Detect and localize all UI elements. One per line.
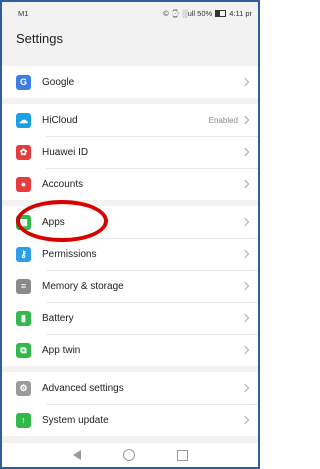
google-icon: G	[16, 74, 31, 90]
settings-item-label: Accounts	[42, 178, 84, 190]
chevron-right-icon	[240, 147, 250, 157]
chevron-right-icon	[240, 115, 250, 125]
page-title: Settings	[2, 24, 258, 52]
key-icon: ⚷	[16, 246, 31, 262]
home-icon[interactable]	[122, 449, 135, 461]
apps-highlight-circle	[16, 200, 108, 242]
storage-icon: ≡	[16, 278, 31, 294]
settings-item-battery[interactable]: ▮ Battery	[2, 302, 258, 334]
app-twin-icon: ⧉	[16, 342, 31, 358]
settings-item-google[interactable]: G Google	[2, 66, 258, 98]
huawei-icon: ✿	[16, 144, 31, 160]
settings-item-label: Google	[42, 76, 75, 88]
settings-group-0: G Google	[2, 66, 258, 98]
update-icon: ↑	[16, 412, 31, 428]
settings-item-app-twin[interactable]: ⧉ App twin	[2, 334, 258, 366]
time-label: 4:11 pr	[229, 8, 252, 18]
chevron-right-icon	[240, 345, 250, 355]
cloud-icon: ☁	[16, 112, 31, 128]
settings-item-label: App twin	[42, 344, 81, 356]
chevron-right-icon	[240, 77, 250, 87]
status-indicators: © ⌚ ░ull 50%	[163, 8, 213, 18]
settings-item-label: System update	[42, 414, 109, 426]
account-icon: ●	[16, 176, 31, 192]
settings-group-3: ⚙ Advanced settings ↑ System update	[2, 372, 258, 436]
chevron-right-icon	[240, 249, 250, 259]
chevron-right-icon	[240, 179, 250, 189]
settings-item-label: Huawei ID	[42, 146, 89, 158]
settings-list: G Google ☁ HiCloud Enabled ✿ Huawei ID ●…	[2, 66, 258, 442]
chevron-right-icon	[240, 415, 250, 425]
chevron-right-icon	[240, 313, 250, 323]
status-icons: © ⌚ ░ull 50% 4:11 pr	[163, 9, 252, 18]
phone-frame: M1 © ⌚ ░ull 50% 4:11 pr Settings G Googl…	[0, 0, 260, 469]
status-bar: M1 © ⌚ ░ull 50% 4:11 pr	[2, 2, 258, 24]
settings-item-huawei-id[interactable]: ✿ Huawei ID	[2, 136, 258, 168]
settings-item-memory-storage[interactable]: ≡ Memory & storage	[2, 270, 258, 302]
chevron-right-icon	[240, 281, 250, 291]
battery-icon	[215, 9, 227, 17]
settings-item-label: Permissions	[42, 248, 97, 260]
settings-item-label: Advanced settings	[42, 382, 124, 394]
back-icon[interactable]	[72, 450, 81, 460]
gear-icon: ⚙	[16, 380, 31, 396]
chevron-right-icon	[240, 383, 250, 393]
settings-item-system-update[interactable]: ↑ System update	[2, 404, 258, 436]
settings-item-permissions[interactable]: ⚷ Permissions	[2, 238, 258, 270]
settings-item-label: HiCloud	[42, 114, 78, 126]
carrier-label: M1	[18, 8, 29, 18]
battery-icon: ▮	[16, 310, 31, 326]
recent-apps-icon[interactable]	[176, 449, 188, 461]
settings-item-value: Enabled	[208, 115, 238, 125]
settings-item-hicloud[interactable]: ☁ HiCloud Enabled	[2, 104, 258, 136]
settings-group-1: ☁ HiCloud Enabled ✿ Huawei ID ● Accounts	[2, 104, 258, 200]
settings-item-label: Battery	[42, 312, 74, 324]
navigation-bar	[2, 443, 258, 467]
chevron-right-icon	[240, 217, 250, 227]
settings-item-label: Memory & storage	[42, 280, 124, 292]
settings-item-accounts[interactable]: ● Accounts	[2, 168, 258, 200]
settings-item-advanced-settings[interactable]: ⚙ Advanced settings	[2, 372, 258, 404]
